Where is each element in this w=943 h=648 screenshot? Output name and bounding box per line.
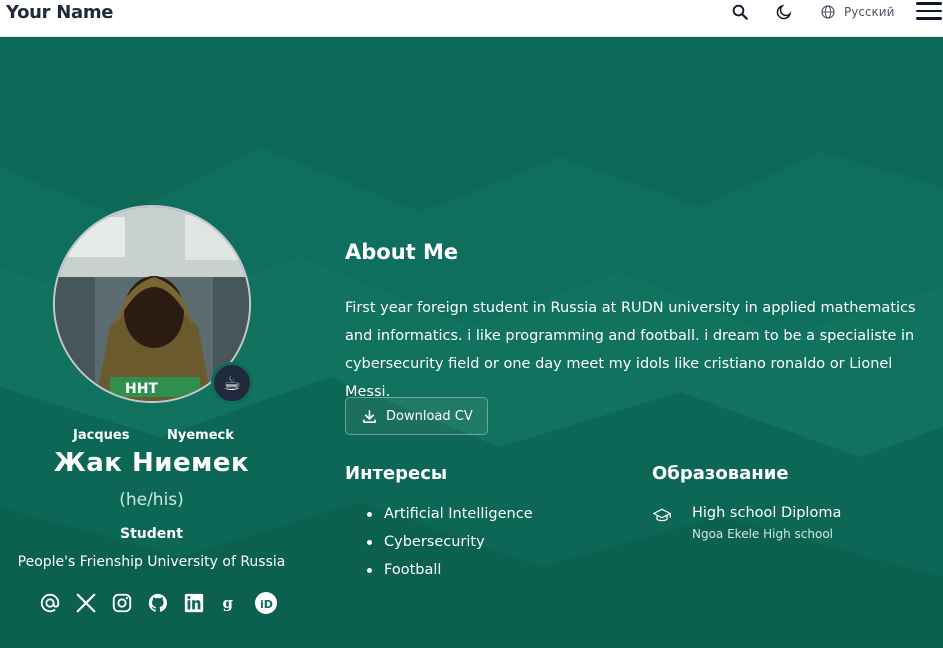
profile-role: Student (120, 526, 183, 542)
profile-organization[interactable]: People's Frienship University of Russia (0, 554, 303, 570)
moon-icon[interactable] (770, 0, 798, 24)
interest-item: Football (366, 556, 533, 584)
search-icon[interactable] (726, 0, 754, 24)
interest-item: Artificial Intelligence (366, 500, 533, 528)
site-brand[interactable]: Your Name (6, 0, 113, 25)
svg-text:HHT: HHT (125, 381, 158, 397)
graduation-cap-icon (653, 508, 671, 522)
status-badge: ☕ (211, 362, 253, 404)
linkedin-icon[interactable] (182, 591, 206, 615)
about-title: About Me (345, 240, 459, 264)
last-name: Nyemeck (167, 428, 234, 443)
x-twitter-icon[interactable] (74, 591, 98, 615)
github-icon[interactable] (146, 591, 170, 615)
coffee-icon: ☕ (223, 371, 241, 395)
download-cv-button[interactable]: Download CV (345, 397, 488, 435)
social-links: g iD (38, 590, 278, 616)
svg-text:g: g (223, 594, 234, 612)
instagram-icon[interactable] (110, 591, 134, 615)
interest-item: Cybersecurity (366, 528, 533, 556)
education-degree: High school Diploma (692, 505, 842, 521)
globe-icon (821, 5, 835, 19)
google-scholar-icon[interactable]: g (218, 591, 242, 615)
profile-pronouns: (he/his) (119, 490, 184, 510)
education-school: Ngoa Ekele High school (692, 527, 833, 541)
interests-list: Artificial Intelligence Cybersecurity Fo… (366, 500, 533, 584)
navbar: Your Name Русский (0, 0, 943, 37)
email-icon[interactable] (38, 591, 62, 615)
menu-icon[interactable] (916, 2, 942, 20)
education-item: High school Diploma Ngoa Ekele High scho… (652, 503, 841, 545)
language-switcher[interactable]: Русский (820, 0, 894, 24)
download-cv-label: Download CV (386, 408, 473, 424)
download-icon (363, 409, 376, 423)
svg-text:iD: iD (260, 598, 273, 611)
orcid-icon[interactable]: iD (254, 591, 278, 615)
profile-full-name: Жак Ниемек (53, 448, 250, 478)
about-text: First year foreign student in Russia at … (345, 300, 916, 400)
education-title: Образование (652, 463, 789, 484)
interests-title: Интересы (345, 463, 448, 484)
first-name: Jacques (73, 428, 130, 443)
profile-avatar-container: HHT ☕ (53, 205, 253, 404)
language-label: Русский (844, 5, 895, 19)
